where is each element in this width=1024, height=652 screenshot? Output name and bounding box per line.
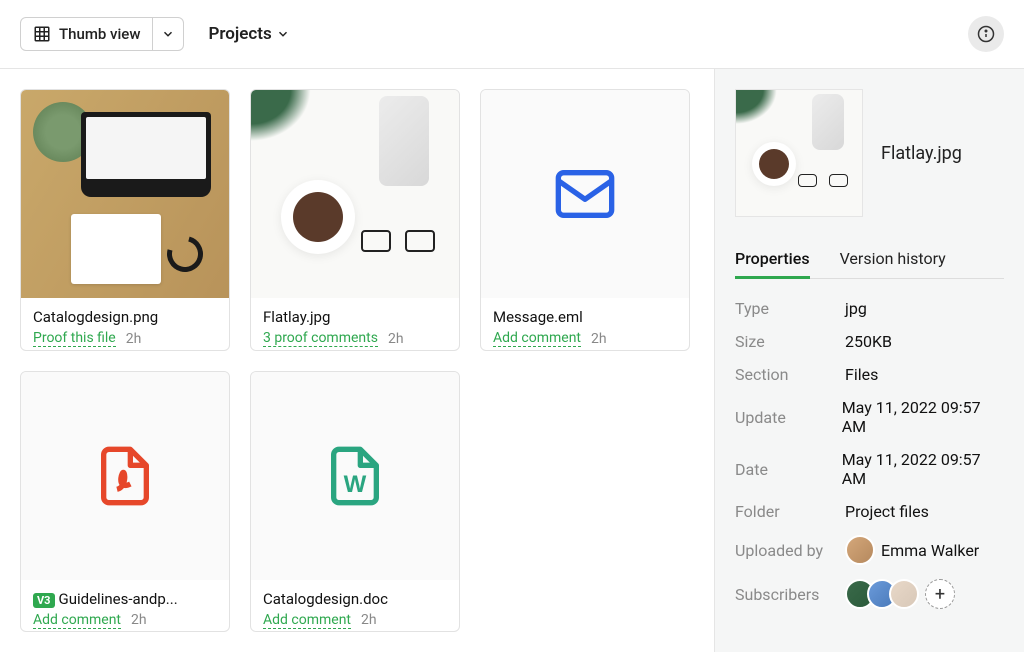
- view-toggle-dropdown[interactable]: [152, 18, 183, 50]
- mail-icon: [553, 162, 617, 226]
- file-preview: [21, 372, 229, 580]
- details-header: Flatlay.jpg: [735, 89, 1004, 217]
- file-title: Flatlay.jpg: [263, 308, 447, 326]
- view-toggle-main[interactable]: Thumb view: [21, 18, 152, 50]
- file-action-link[interactable]: Add comment: [493, 330, 581, 347]
- prop-row-date: Date May 11, 2022 09:57 AM: [735, 450, 1004, 488]
- info-button[interactable]: [968, 16, 1004, 52]
- details-panel: Flatlay.jpg Properties Version history T…: [714, 69, 1024, 652]
- file-time: 2h: [388, 331, 404, 347]
- prop-value: May 11, 2022 09:57 AM: [842, 398, 1004, 436]
- file-time: 2h: [361, 612, 377, 628]
- chevron-down-icon: [161, 27, 175, 41]
- projects-dropdown[interactable]: Projects: [208, 24, 289, 44]
- file-card[interactable]: Catalogdesign.png Proof this file 2h: [20, 89, 230, 351]
- details-tabs: Properties Version history: [735, 241, 1004, 279]
- add-subscriber-button[interactable]: +: [925, 579, 955, 609]
- file-card[interactable]: Message.eml Add comment 2h: [480, 89, 690, 351]
- svg-text:W: W: [344, 471, 367, 498]
- files-grid: Catalogdesign.png Proof this file 2h Fla…: [0, 69, 714, 652]
- file-title: V3Guidelines-andp...: [33, 590, 217, 608]
- tab-version-history[interactable]: Version history: [840, 241, 946, 278]
- file-action-link[interactable]: Proof this file: [33, 330, 116, 347]
- file-title: Catalogdesign.png: [33, 308, 217, 326]
- file-preview: [251, 90, 459, 298]
- main-area: Catalogdesign.png Proof this file 2h Fla…: [0, 69, 1024, 652]
- prop-label: Uploaded by: [735, 541, 845, 560]
- prop-value: Emma Walker: [845, 535, 979, 565]
- file-action-link[interactable]: Add comment: [33, 612, 121, 629]
- prop-value: May 11, 2022 09:57 AM: [842, 450, 1004, 488]
- projects-label: Projects: [208, 24, 271, 44]
- info-icon: [977, 25, 995, 43]
- view-label: Thumb view: [59, 25, 140, 43]
- view-toggle[interactable]: Thumb view: [20, 17, 184, 51]
- pdf-icon: [93, 444, 157, 508]
- toolbar: Thumb view Projects: [0, 0, 1024, 69]
- doc-icon: W: [323, 444, 387, 508]
- prop-label: Date: [735, 460, 842, 479]
- prop-row-uploaded-by: Uploaded by Emma Walker: [735, 535, 1004, 565]
- file-time: 2h: [126, 331, 142, 347]
- file-preview: W: [251, 372, 459, 580]
- file-card[interactable]: W Catalogdesign.doc Add comment 2h: [250, 371, 460, 633]
- prop-row-subscribers: Subscribers +: [735, 579, 1004, 609]
- prop-value: Project files: [845, 502, 929, 521]
- prop-label: Type: [735, 299, 845, 318]
- grid-icon: [33, 25, 51, 43]
- file-action-link[interactable]: Add comment: [263, 612, 351, 629]
- file-preview: [21, 90, 229, 298]
- avatar: [889, 579, 919, 609]
- tab-properties[interactable]: Properties: [735, 241, 810, 279]
- prop-label: Section: [735, 365, 845, 384]
- prop-row-size: Size 250KB: [735, 332, 1004, 351]
- file-time: 2h: [131, 612, 147, 628]
- file-action-link[interactable]: 3 proof comments: [263, 330, 378, 347]
- file-card[interactable]: V3Guidelines-andp... Add comment 2h: [20, 371, 230, 633]
- prop-row-update: Update May 11, 2022 09:57 AM: [735, 398, 1004, 436]
- details-thumbnail: [735, 89, 863, 217]
- avatar: [845, 535, 875, 565]
- prop-row-section: Section Files: [735, 365, 1004, 384]
- properties-list: Type jpg Size 250KB Section Files Update…: [735, 299, 1004, 609]
- file-card[interactable]: Flatlay.jpg 3 proof comments 2h: [250, 89, 460, 351]
- prop-value: Files: [845, 365, 878, 384]
- chevron-down-icon: [276, 27, 290, 41]
- prop-label: Subscribers: [735, 585, 845, 604]
- file-time: 2h: [591, 331, 607, 347]
- details-title: Flatlay.jpg: [881, 143, 962, 164]
- prop-row-folder: Folder Project files: [735, 502, 1004, 521]
- file-title: Message.eml: [493, 308, 677, 326]
- file-preview: [481, 90, 689, 298]
- version-badge: V3: [33, 593, 55, 608]
- prop-label: Update: [735, 408, 842, 427]
- prop-value: 250KB: [845, 332, 892, 351]
- subscriber-avatars: +: [845, 579, 955, 609]
- prop-row-type: Type jpg: [735, 299, 1004, 318]
- prop-label: Size: [735, 332, 845, 351]
- file-title: Catalogdesign.doc: [263, 590, 447, 608]
- prop-label: Folder: [735, 502, 845, 521]
- prop-value: jpg: [845, 299, 867, 318]
